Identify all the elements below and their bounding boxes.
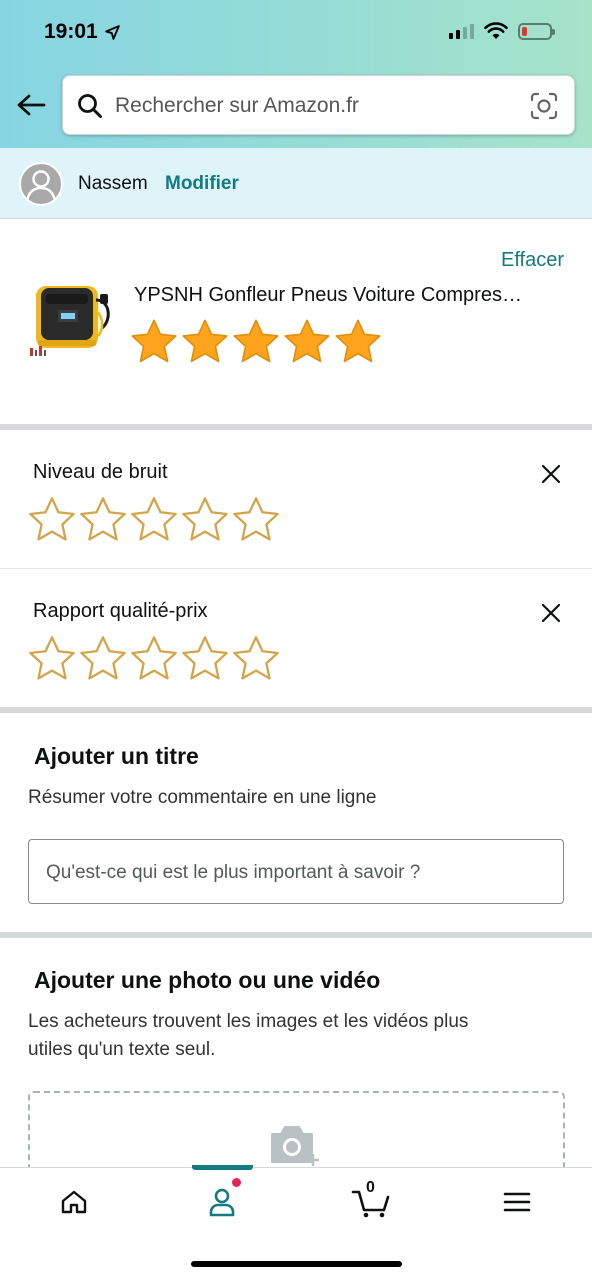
star-empty-icon[interactable]: [78, 495, 128, 545]
header: 19:01 Rechercher sur Amazon.fr: [0, 0, 592, 148]
rating-noise-label: Niveau de bruit: [33, 461, 168, 483]
close-icon[interactable]: [540, 602, 562, 624]
user-bar: Nassem Modifier: [0, 148, 592, 219]
avatar: [19, 162, 63, 206]
user-avatar-icon: [25, 170, 57, 203]
home-indicator: [191, 1261, 402, 1267]
product-summary: Effacer YPSNH Gonfleur Pneus Voiture Com…: [0, 220, 592, 425]
section-divider: [0, 932, 592, 938]
star-empty-icon[interactable]: [129, 495, 179, 545]
user-name: Nassem: [78, 173, 148, 194]
search-icon: [78, 94, 102, 118]
rating-value: Rapport qualité-prix: [0, 569, 592, 708]
nav-account[interactable]: [202, 1184, 242, 1220]
review-title-placeholder: Qu'est-ce qui est le plus important à sa…: [46, 862, 421, 883]
erase-link[interactable]: Effacer: [501, 249, 564, 272]
wifi-icon: [484, 22, 508, 39]
star-empty-icon[interactable]: [78, 634, 128, 684]
add-title-heading: Ajouter un titre: [34, 743, 199, 769]
star-filled-icon[interactable]: [129, 317, 179, 367]
account-badge: [231, 1177, 242, 1188]
product-title: YPSNH Gonfleur Pneus Voiture Compres…: [134, 284, 522, 306]
home-icon: [61, 1190, 87, 1214]
rating-value-label: Rapport qualité-prix: [33, 600, 208, 622]
add-media-subtitle-line2: utiles qu'un texte seul.: [28, 1039, 216, 1060]
star-empty-icon[interactable]: [27, 634, 77, 684]
back-arrow-icon: [17, 94, 46, 116]
battery-icon: [518, 22, 555, 40]
star-filled-icon[interactable]: [282, 317, 332, 367]
camera-icon[interactable]: [268, 1124, 322, 1168]
status-time: 19:01: [44, 20, 121, 44]
nav-menu[interactable]: [497, 1184, 537, 1220]
star-filled-icon[interactable]: [231, 317, 281, 367]
add-title-subtitle: Résumer votre commentaire en une ligne: [28, 787, 377, 808]
review-title-input[interactable]: Qu'est-ce qui est le plus important à sa…: [28, 839, 564, 904]
search-placeholder: Rechercher sur Amazon.fr: [115, 94, 359, 117]
star-empty-icon[interactable]: [129, 634, 179, 684]
location-arrow-icon: [104, 24, 120, 40]
nav-home[interactable]: [54, 1184, 94, 1220]
back-button[interactable]: [14, 88, 48, 122]
noise-star-rating[interactable]: [27, 495, 281, 545]
star-empty-icon[interactable]: [27, 495, 77, 545]
close-icon[interactable]: [540, 463, 562, 485]
overall-star-rating[interactable]: [129, 317, 383, 367]
section-divider: [0, 707, 592, 713]
cellular-signal-icon: [449, 23, 474, 39]
account-icon: [209, 1188, 235, 1217]
search-input[interactable]: Rechercher sur Amazon.fr: [62, 75, 575, 135]
status-time-text: 19:01: [44, 20, 98, 43]
add-media-heading: Ajouter une photo ou une vidéo: [34, 967, 381, 993]
star-filled-icon[interactable]: [180, 317, 230, 367]
star-empty-icon[interactable]: [180, 495, 230, 545]
star-empty-icon[interactable]: [180, 634, 230, 684]
add-media-subtitle-line1: Les acheteurs trouvent les images et les…: [28, 1011, 469, 1032]
product-image: [30, 286, 110, 356]
star-empty-icon[interactable]: [231, 495, 281, 545]
star-filled-icon[interactable]: [333, 317, 383, 367]
cart-count: 0: [366, 1179, 375, 1196]
menu-icon: [503, 1192, 531, 1212]
active-tab-indicator: [192, 1165, 253, 1170]
rating-noise: Niveau de bruit: [0, 430, 592, 568]
star-empty-icon[interactable]: [231, 634, 281, 684]
status-icons: [449, 22, 555, 40]
modify-link[interactable]: Modifier: [165, 173, 239, 195]
camera-lens-icon[interactable]: [530, 92, 558, 120]
value-star-rating[interactable]: [27, 634, 281, 684]
